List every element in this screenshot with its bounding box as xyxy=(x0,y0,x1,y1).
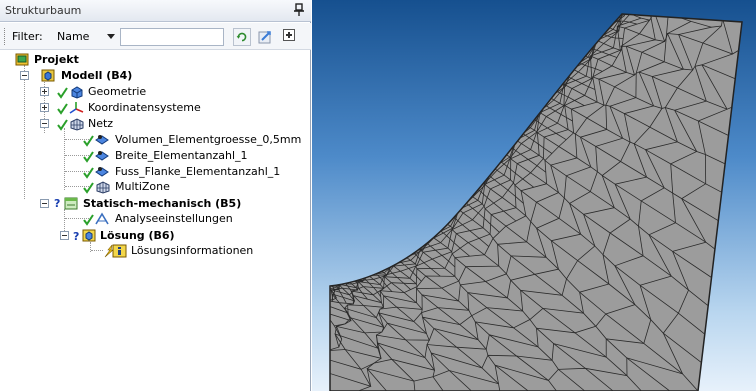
multizone-icon xyxy=(83,181,110,194)
collapse-toggle[interactable] xyxy=(40,199,49,208)
filter-label: Filter: xyxy=(12,30,43,43)
filter-input[interactable] xyxy=(120,28,224,46)
tree-label: Fuss_Flanke_Elementanzahl_1 xyxy=(115,165,281,178)
expand-toggle[interactable] xyxy=(40,87,49,96)
refresh-icon[interactable] xyxy=(233,28,251,46)
tree-label: Lösungsinformationen xyxy=(131,244,254,257)
mesh-model[interactable] xyxy=(312,0,756,391)
geometry-icon xyxy=(57,86,83,99)
tree-label: Netz xyxy=(88,117,114,130)
project-icon xyxy=(15,53,29,66)
tree-panel: Strukturbaum Filter: Name Projekt Modell… xyxy=(0,0,311,391)
question-status-icon: ? xyxy=(73,230,80,243)
tree-label: Geometrie xyxy=(88,85,147,98)
graphics-viewport[interactable] xyxy=(312,0,756,391)
outline-tree: Projekt Modell (B4) Geometrie Koordinate… xyxy=(0,52,311,352)
tree-connector xyxy=(64,128,65,190)
pin-icon[interactable] xyxy=(294,3,304,17)
tree-label: Analyseeinstellungen xyxy=(115,212,233,225)
collapse-toggle[interactable] xyxy=(40,119,49,128)
tree-label: Lösung (B6) xyxy=(100,229,175,242)
panel-header: Strukturbaum xyxy=(0,0,311,22)
panel-title: Strukturbaum xyxy=(5,4,82,17)
tree-label: Volumen_Elementgroesse_0,5mm xyxy=(115,133,302,146)
static-structural-icon xyxy=(64,197,78,210)
tree-label: MultiZone xyxy=(115,180,170,193)
tree-label: Statisch-mechanisch (B5) xyxy=(83,197,242,210)
chevron-down-icon xyxy=(107,34,115,39)
expand-all-button[interactable] xyxy=(283,29,295,41)
sizing-icon xyxy=(83,167,109,179)
tree-label: Breite_Elementanzahl_1 xyxy=(115,149,248,162)
coordinate-system-icon xyxy=(57,102,84,115)
mesh-icon xyxy=(57,118,84,131)
tree-label: Koordinatensysteme xyxy=(88,101,201,114)
collapse-toggle[interactable] xyxy=(20,71,29,80)
sizing-icon xyxy=(83,151,109,163)
model-icon xyxy=(41,69,55,82)
sizing-icon xyxy=(83,135,109,147)
tree-label: Modell (B4) xyxy=(61,69,133,82)
tree-connector xyxy=(24,65,25,199)
toolbar-grip[interactable] xyxy=(4,28,7,45)
filter-type-select[interactable]: Name xyxy=(57,29,117,45)
tree-connector xyxy=(91,250,103,251)
collapse-toggle[interactable] xyxy=(60,231,69,240)
question-status-icon: ? xyxy=(54,197,61,210)
tree-label: Projekt xyxy=(34,53,79,66)
filter-toolbar: Filter: Name xyxy=(0,23,311,50)
filter-icon[interactable] xyxy=(256,28,274,46)
solution-information-icon xyxy=(104,244,127,258)
analysis-settings-icon xyxy=(83,212,109,226)
filter-type-value: Name xyxy=(57,30,90,43)
expand-toggle[interactable] xyxy=(40,103,49,112)
solution-icon xyxy=(82,229,96,242)
